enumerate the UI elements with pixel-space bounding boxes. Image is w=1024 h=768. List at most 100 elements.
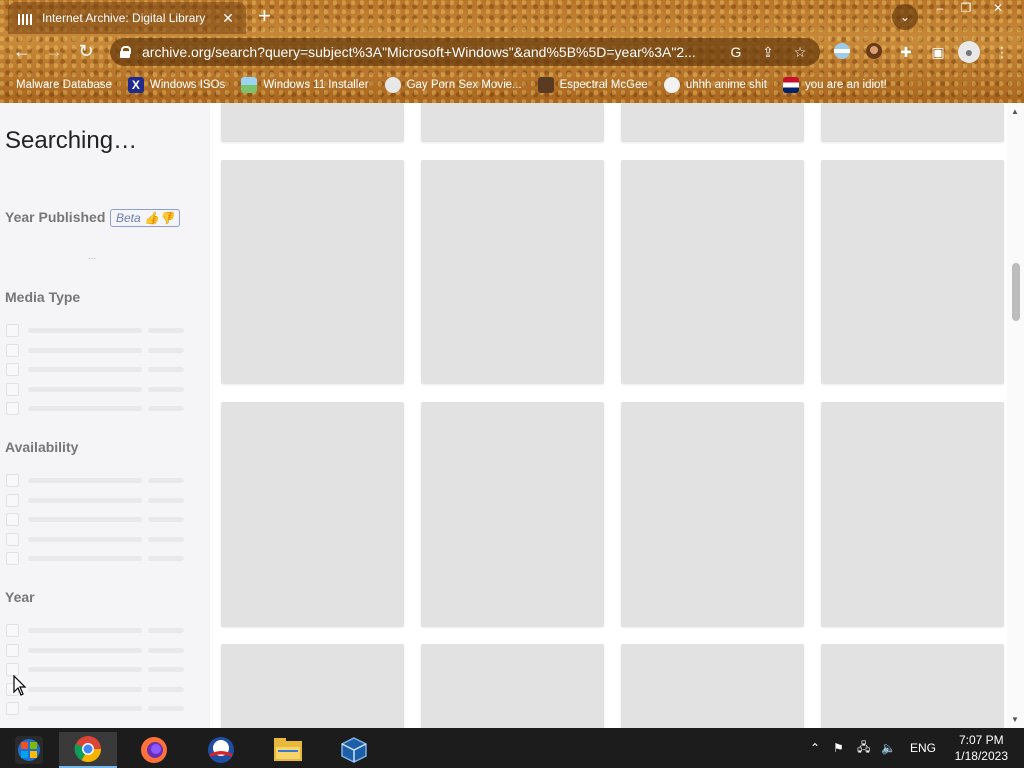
clock-time: 7:07 PM [958, 733, 1004, 747]
forward-arrow-icon[interactable]: → [42, 41, 66, 62]
system-clock[interactable]: 7:07 PM 1/18/2023 [955, 732, 1008, 764]
page-content: Searching… Year Published Beta 👍👎 ... Me… [0, 103, 1024, 728]
bookmarks-bar: Malware Database X Windows ISOs Windows … [0, 73, 1024, 97]
browser-chrome: Internet Archive: Digital Library ✕ + ⌄ … [0, 0, 1024, 103]
facet-placeholder-row [6, 344, 186, 357]
result-card-placeholder [621, 103, 804, 142]
result-card-placeholder [621, 402, 804, 627]
restore-button[interactable]: ❐ [952, 0, 980, 18]
bookmark-item[interactable]: Windows 11 Installer [241, 77, 369, 93]
checkbox[interactable] [6, 702, 19, 715]
taskbar-firefox[interactable] [125, 732, 183, 768]
checkbox[interactable] [6, 383, 19, 396]
bookmark-item[interactable]: Gay Porn Sex Movie... [384, 77, 522, 93]
scroll-up-arrow-icon[interactable]: ▲ [1011, 107, 1019, 116]
bookmark-star-icon[interactable]: ☆ [790, 44, 810, 61]
tab-close-icon[interactable]: ✕ [220, 10, 236, 27]
result-card-placeholder [621, 160, 804, 384]
lock-icon [120, 46, 131, 58]
checkbox[interactable] [6, 644, 19, 657]
loading-dots: ... [88, 251, 97, 262]
facet-title-year: Year [5, 589, 35, 605]
bookmark-item[interactable]: you are an idiot! [783, 77, 887, 93]
extension-avatar-icon[interactable] [864, 42, 884, 62]
character-icon [537, 77, 554, 93]
bookmark-item[interactable]: X Windows ISOs [127, 77, 225, 93]
share-icon[interactable]: ⇪ [758, 44, 778, 61]
bookmark-item[interactable]: Malware Database [16, 79, 112, 91]
result-card-placeholder [821, 103, 1004, 142]
clock-date: 1/18/2023 [954, 749, 1008, 763]
obama-logo-icon [208, 737, 234, 763]
facet-placeholder-row [6, 324, 186, 337]
facet-placeholder-row [6, 702, 186, 715]
scrollbar-thumb[interactable] [1012, 263, 1020, 321]
beta-feedback-badge[interactable]: Beta 👍👎 [110, 209, 180, 227]
checkbox[interactable] [6, 402, 19, 415]
bookmark-label: Windows 11 Installer [263, 79, 369, 91]
checkbox[interactable] [6, 474, 19, 487]
action-center-flag-icon[interactable]: ⚑ [833, 728, 844, 768]
checkbox[interactable] [6, 552, 19, 565]
url-text[interactable]: archive.org/search?query=subject%3A"Micr… [142, 44, 714, 60]
tray-overflow-chevron-icon[interactable]: ⌃ [810, 728, 820, 768]
result-card-placeholder [221, 103, 404, 142]
taskbar-virtualbox[interactable] [325, 732, 383, 768]
taskbar-obama-app[interactable] [192, 732, 250, 768]
bookmark-item[interactable]: uhhh anime shit [663, 77, 768, 93]
result-card-placeholder [421, 644, 604, 728]
facet-placeholder-row [6, 402, 186, 415]
tab-search-chevron-icon[interactable]: ⌄ [892, 4, 918, 30]
taskbar-chrome[interactable] [59, 732, 117, 768]
network-icon[interactable]: 🖧 [857, 728, 870, 768]
checkbox[interactable] [6, 624, 19, 637]
image-icon [241, 77, 258, 93]
side-panel-icon[interactable]: ▣ [928, 42, 948, 62]
facet-placeholder-row [6, 624, 186, 637]
checkbox[interactable] [6, 533, 19, 546]
google-lens-icon[interactable]: G [726, 44, 746, 60]
new-tab-button[interactable]: + [258, 5, 271, 27]
start-button[interactable] [0, 732, 58, 768]
result-card-placeholder [421, 160, 604, 384]
anime-icon [663, 77, 680, 93]
language-indicator[interactable]: ENG [910, 728, 936, 768]
address-bar[interactable]: archive.org/search?query=subject%3A"Micr… [110, 38, 820, 66]
result-card-placeholder [821, 160, 1004, 384]
minimize-button[interactable]: – [926, 0, 954, 18]
menu-kebab-icon[interactable]: ⋮ [992, 42, 1012, 62]
profile-icon[interactable]: ● [958, 41, 980, 63]
reload-icon[interactable]: ↻ [74, 41, 98, 62]
result-card-placeholder [421, 103, 604, 142]
back-arrow-icon[interactable]: ← [10, 41, 34, 62]
taskbar: ⌃ ⚑ 🖧 🔈 ENG 7:07 PM 1/18/2023 [0, 728, 1024, 768]
volume-icon[interactable]: 🔈 [881, 728, 896, 768]
checkbox[interactable] [6, 513, 19, 526]
close-window-button[interactable]: ✕ [984, 0, 1012, 18]
checkbox[interactable] [6, 494, 19, 507]
bookmark-label: Malware Database [16, 79, 112, 91]
x-logo-icon: X [127, 77, 144, 93]
bookmark-item[interactable]: Espectral McGee [537, 77, 648, 93]
file-explorer-icon [274, 738, 302, 761]
facet-placeholder-row [6, 494, 186, 507]
checkbox[interactable] [6, 344, 19, 357]
facet-placeholder-row [6, 533, 186, 546]
extensions-puzzle-icon[interactable]: ✚ [896, 42, 916, 62]
facet-placeholder-row [6, 383, 186, 396]
scroll-down-arrow-icon[interactable]: ▼ [1011, 715, 1019, 724]
result-card-placeholder [621, 644, 804, 728]
result-card-placeholder [821, 402, 1004, 627]
checkbox[interactable] [6, 324, 19, 337]
facet-placeholder-row [6, 363, 186, 376]
result-card-placeholder [221, 644, 404, 728]
extension-flag-icon[interactable] [832, 42, 852, 62]
facets-sidebar: Searching… Year Published Beta 👍👎 ... Me… [0, 103, 210, 728]
bookmark-label: uhhh anime shit [685, 79, 768, 91]
browser-tab[interactable]: Internet Archive: Digital Library ✕ [8, 2, 246, 34]
page-scrollbar[interactable]: ▲ ▼ [1007, 103, 1024, 728]
taskbar-file-explorer[interactable] [259, 732, 317, 768]
checkbox[interactable] [6, 363, 19, 376]
facet-placeholder-row [6, 513, 186, 526]
windows-logo-icon [15, 736, 43, 764]
